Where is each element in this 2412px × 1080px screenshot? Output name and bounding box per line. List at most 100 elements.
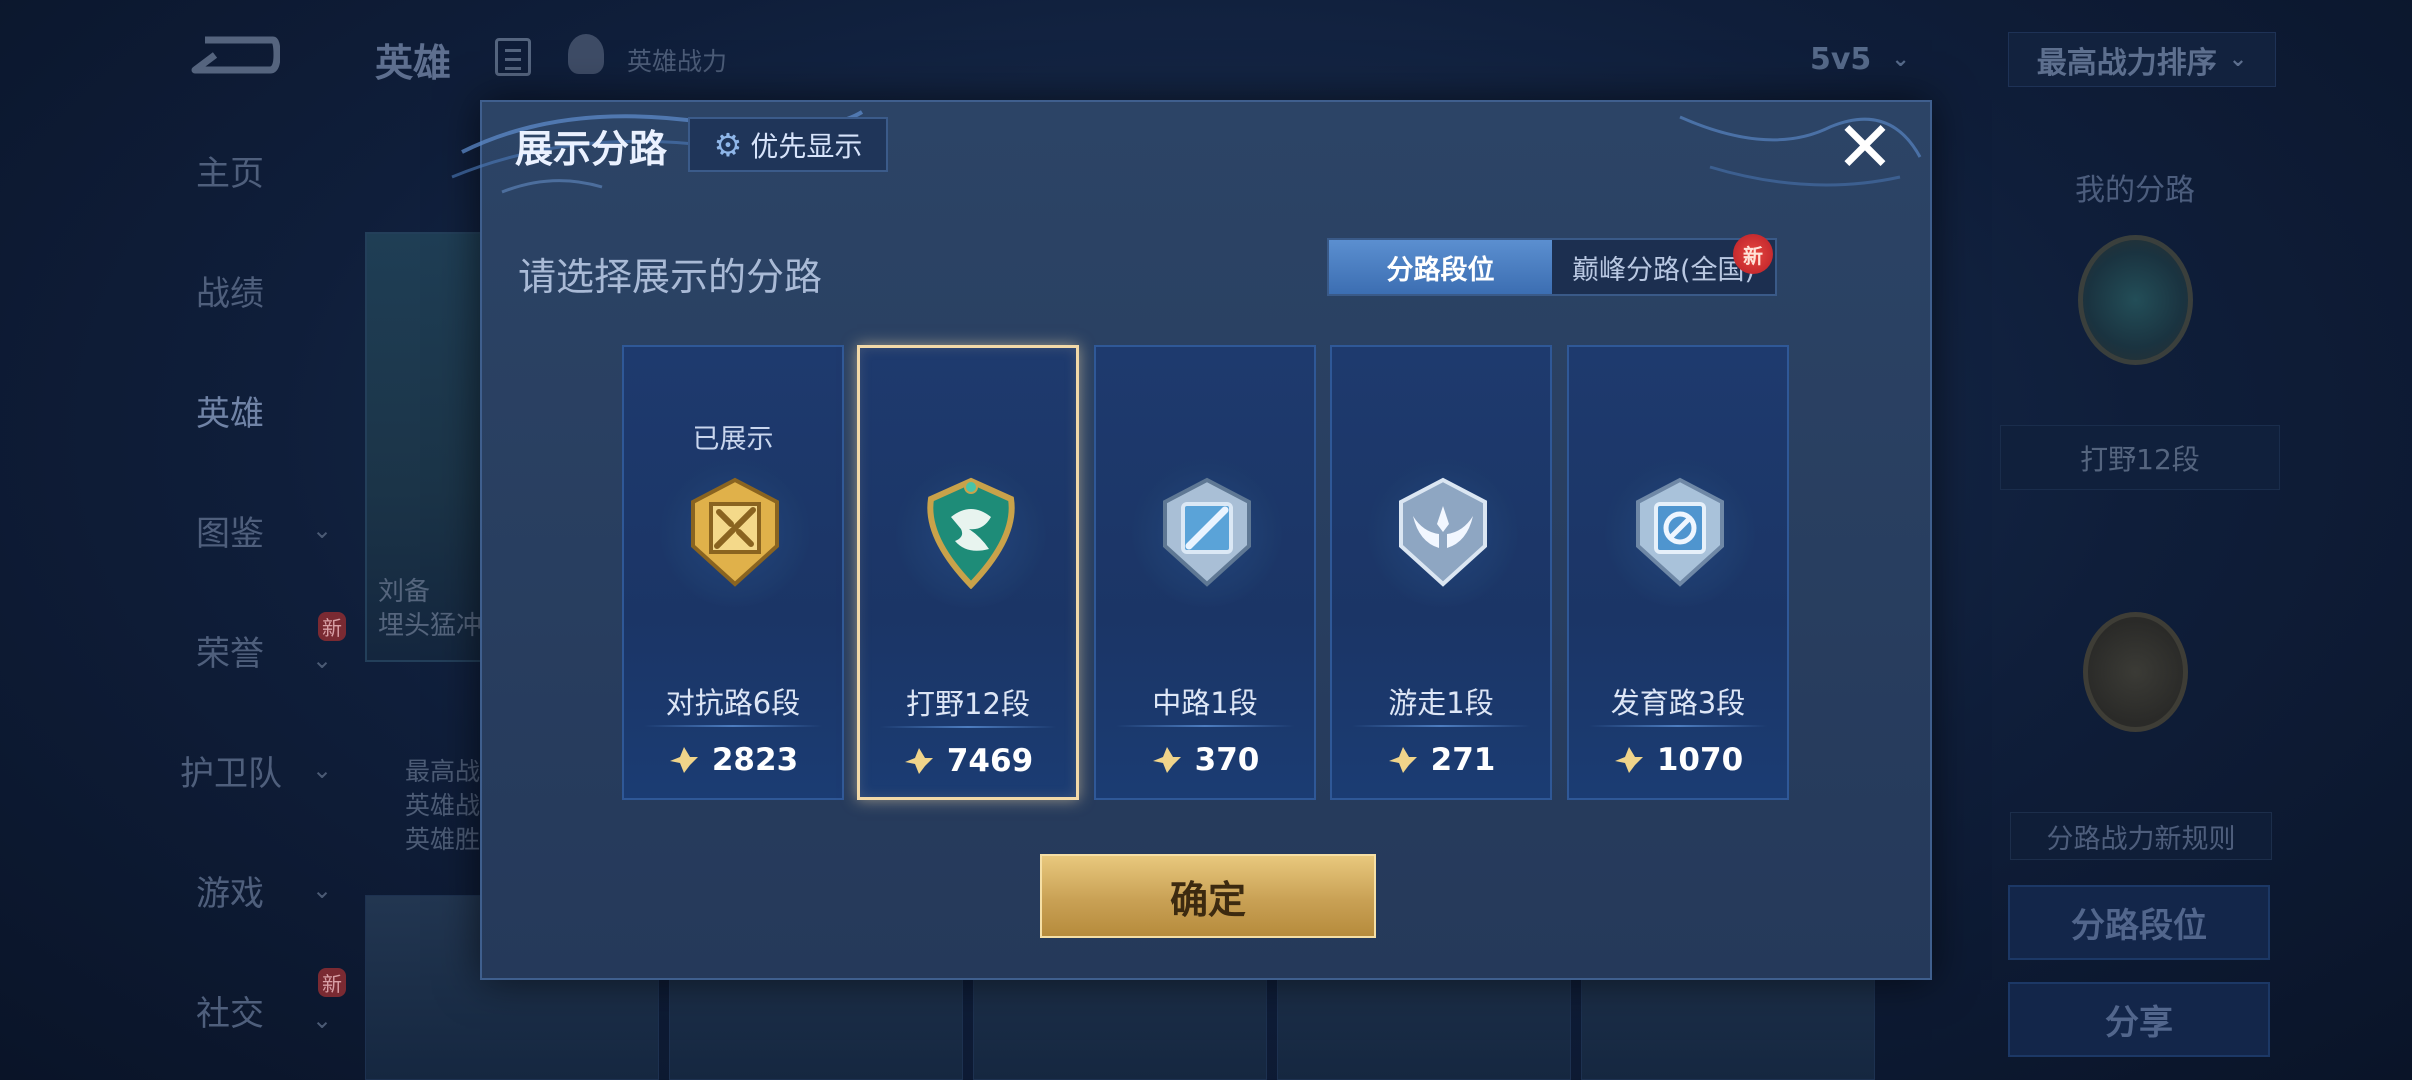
tab-label: 分路段位 (1386, 254, 1495, 286)
my-lane-title: 我的分路 (2075, 173, 2195, 208)
lane-name: 中路1段 (1152, 686, 1258, 720)
top-title: 英雄 (375, 41, 452, 85)
lane-card-farm[interactable]: 发育路3段 1070 (1567, 345, 1789, 800)
lane-tab-group: 分路段位 巅峰分路(全国) 新 (1327, 234, 1777, 296)
chevron-down-icon: ⌄ (312, 876, 333, 904)
power-value: 1070 (1656, 742, 1744, 778)
nav-item-game[interactable]: 游戏 ⌄ (160, 860, 360, 920)
nav-label: 图鉴 (196, 513, 264, 554)
modal-title: 展示分路 (515, 127, 668, 171)
shown-label: 已展示 (692, 424, 774, 455)
mode-select[interactable]: 5v5 ⌄ (1790, 32, 1960, 87)
jungle-badge-icon (2078, 235, 2193, 365)
lane-card-roam[interactable]: 游走1段 271 (1330, 345, 1552, 800)
lane-badge-glow (896, 458, 1046, 608)
lane-name: 游走1段 (1388, 686, 1494, 720)
hero-name: 刘备 (378, 577, 431, 607)
divider (1116, 725, 1294, 727)
nav-item-record[interactable]: 战绩 (160, 260, 360, 320)
mode-value: 5v5 (1810, 42, 1872, 77)
hero-title: 埋头猛冲 (378, 611, 483, 641)
nav-item-honor[interactable]: 荣誉 新 ⌄ (160, 612, 360, 680)
new-badge: 新 (318, 968, 346, 997)
nav-item-codex[interactable]: 图鉴 ⌄ (160, 500, 360, 560)
farm-lane-icon (1636, 477, 1724, 587)
power-icon (1152, 747, 1181, 773)
tab-lane-rank[interactable]: 分路段位 (1329, 240, 1552, 294)
hero-card-name: 刘备 埋头猛冲 (378, 575, 482, 643)
chevron-down-icon: ⌄ (1891, 47, 1910, 72)
lane-card-jungle[interactable]: 打野12段 7469 (857, 345, 1079, 800)
lane-power-rule-button[interactable]: 分路战力新规则 (2010, 812, 2272, 860)
divider (880, 726, 1056, 728)
power-value: 2823 (711, 742, 799, 778)
lane-card-list: 已展示 对抗路6段 2823 打野12段 7469 中路1段 370 游走1段 … (622, 345, 1789, 800)
clash-badge-icon (2083, 612, 2188, 732)
tab-peak-lane[interactable]: 巅峰分路(全国) 新 (1552, 234, 1775, 294)
priority-label: 优先显示 (750, 129, 863, 163)
nav-label: 英雄 (196, 393, 264, 434)
sort-value: 最高战力排序 (2036, 45, 2217, 81)
gear-icon: ⚙ (713, 125, 743, 164)
power-icon (904, 748, 933, 774)
priority-display-button[interactable]: ⚙ 优先显示 (688, 117, 888, 172)
chevron-down-icon: ⌄ (312, 1006, 333, 1034)
lane-name: 打野12段 (906, 687, 1030, 721)
lane-power: 2823 (624, 742, 842, 778)
back-arrow-icon (191, 36, 281, 74)
power-icon (1614, 747, 1643, 773)
nav-label: 荣誉 (196, 633, 264, 674)
nav-item-home[interactable]: 主页 (160, 140, 360, 200)
hero-power-icon (568, 34, 604, 74)
hero-info-line: 英雄战 (405, 791, 481, 820)
lane-badge-glow (1605, 457, 1755, 607)
power-value: 370 (1194, 742, 1260, 778)
power-icon (669, 747, 698, 773)
nav-label: 社交 (196, 993, 264, 1034)
lane-rank-button[interactable]: 分路段位 (2008, 885, 2270, 960)
divider (644, 725, 822, 727)
power-value: 7469 (946, 743, 1034, 779)
nav-item-hero[interactable]: 英雄 (160, 380, 360, 440)
chevron-down-icon: ⌄ (312, 516, 333, 544)
lane-badge-glow (1132, 457, 1282, 607)
nav-label: 游戏 (196, 873, 264, 914)
lane-power: 271 (1332, 742, 1550, 778)
hero-info-line: 英雄胜 (405, 825, 481, 854)
top-subtitle[interactable]: 英雄战力 (627, 42, 727, 78)
chevron-down-icon: ⌄ (2228, 47, 2248, 72)
lane-name: 对抗路6段 (665, 686, 801, 720)
power-icon (1388, 747, 1417, 773)
back-button[interactable] (185, 30, 281, 80)
lane-badge-glow (1368, 457, 1518, 607)
close-button[interactable]: ✕ (1830, 112, 1900, 182)
list-icon[interactable] (495, 38, 531, 76)
close-icon: ✕ (1835, 106, 1895, 188)
nav-label: 战绩 (196, 273, 264, 314)
lane-power: 370 (1096, 742, 1314, 778)
confirm-button[interactable]: 确定 (1040, 854, 1376, 938)
new-badge: 新 (318, 612, 346, 641)
my-lane-label: 打野12段 (2000, 425, 2280, 490)
lane-power: 1070 (1569, 742, 1787, 778)
divider (1352, 725, 1530, 727)
share-button[interactable]: 分享 (2008, 982, 2270, 1057)
clash-lane-icon (691, 477, 779, 587)
lane-display-modal: 展示分路 ⚙ 优先显示 ✕ 请选择展示的分路 分路段位 巅峰分路(全国) 新 已… (451, 100, 1932, 980)
sort-select[interactable]: 最高战力排序 ⌄ (2008, 32, 2276, 87)
lane-power: 7469 (860, 743, 1076, 779)
nav-label: 护卫队 (180, 753, 282, 794)
nav-item-guard[interactable]: 护卫队 ⌄ (160, 740, 360, 800)
lane-card-clash[interactable]: 已展示 对抗路6段 2823 (622, 345, 844, 800)
hero-info-line: 最高战 (405, 757, 481, 786)
nav-label: 主页 (196, 153, 264, 194)
hero-info: 最高战 英雄战 英雄胜 (405, 755, 480, 857)
chevron-down-icon: ⌄ (312, 646, 333, 674)
chevron-down-icon: ⌄ (312, 756, 333, 784)
modal-subtitle: 请选择展示的分路 (518, 255, 823, 299)
jungle-dragon-icon (927, 477, 1015, 589)
lane-card-mid[interactable]: 中路1段 370 (1094, 345, 1316, 800)
nav-item-social[interactable]: 社交 新 ⌄ (160, 968, 360, 1040)
new-badge: 新 (1733, 234, 1773, 274)
lane-badge-glow (660, 457, 810, 607)
